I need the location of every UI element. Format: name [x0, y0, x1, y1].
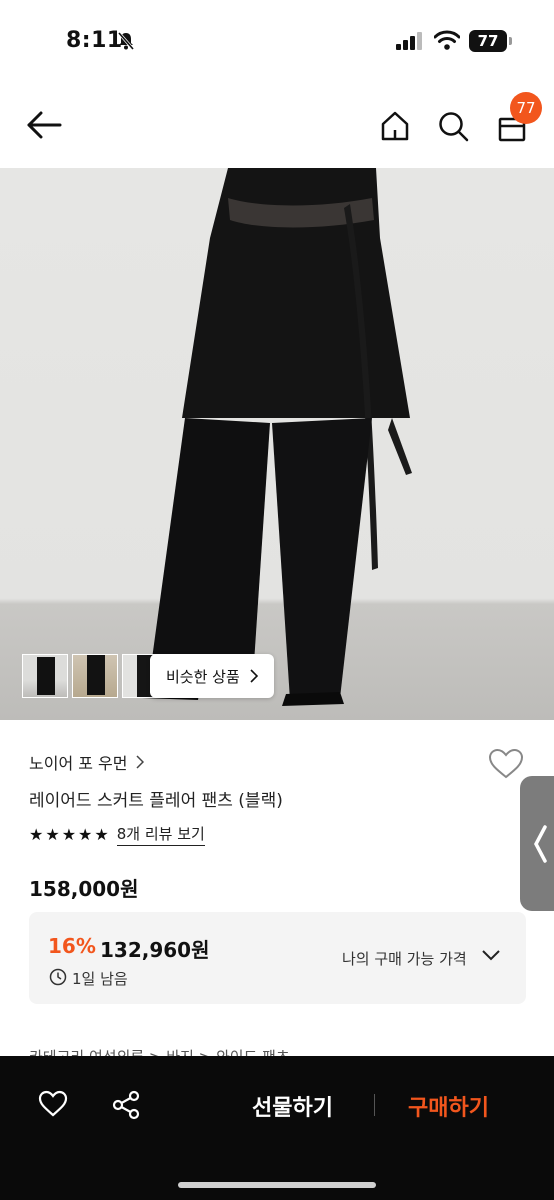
star-icon: ★ — [94, 825, 109, 844]
product-photo — [142, 168, 412, 706]
wifi-icon — [434, 30, 460, 50]
star-icon: ★ — [61, 825, 77, 844]
chevron-down-icon[interactable] — [481, 948, 501, 962]
product-image-gallery[interactable]: 비슷한 상품 — [0, 168, 554, 720]
discount-rate: 16% — [48, 934, 96, 958]
clock-icon — [49, 968, 67, 986]
back-arrow-icon[interactable] — [26, 110, 62, 140]
thumbnail-1-photo — [37, 657, 55, 695]
discount-price-panel[interactable]: 16% 132,960원 1일 남음 나의 구매 가능 가격 — [29, 912, 526, 1004]
star-rating: ★ ★ ★ ★ ★ — [29, 825, 109, 844]
chevron-right-icon — [135, 755, 144, 769]
star-icon: ★ — [45, 825, 60, 844]
chevron-right-icon — [250, 669, 258, 683]
thumbnail-2[interactable] — [72, 654, 118, 698]
battery-level: 77 — [477, 32, 499, 50]
gift-button[interactable]: 선물하기 — [252, 1090, 333, 1122]
rating-row: ★ ★ ★ ★ ★ 8개 리뷰 보기 — [29, 823, 205, 846]
signal-icon — [396, 32, 422, 50]
share-icon[interactable] — [111, 1090, 141, 1120]
brand-link[interactable]: 노이어 포 우먼 — [29, 750, 144, 774]
thumbnail-2-photo — [87, 655, 105, 695]
battery-cap — [509, 37, 512, 45]
bottom-action-bar: 선물하기 구매하기 — [0, 1056, 554, 1200]
discount-price: 132,960원 — [100, 938, 210, 962]
similar-products-label: 비슷한 상품 — [166, 667, 240, 686]
chevron-left-icon — [534, 824, 547, 863]
similar-products-button[interactable]: 비슷한 상품 — [150, 654, 274, 698]
heart-icon[interactable] — [38, 1090, 68, 1118]
home-icon[interactable] — [379, 110, 411, 142]
divider — [374, 1094, 375, 1116]
reviews-link[interactable]: 8개 리뷰 보기 — [116, 823, 205, 846]
thumbnail-strip — [22, 654, 168, 698]
top-nav-bar: 77 — [0, 84, 554, 168]
time-left-text: 1일 남음 — [72, 970, 128, 988]
buy-button[interactable]: 구매하기 — [408, 1090, 489, 1122]
battery-icon: 77 — [469, 30, 507, 52]
brand-name: 노이어 포 우먼 — [29, 754, 128, 773]
side-panel-tab[interactable] — [520, 776, 554, 911]
cart-count-badge: 77 — [510, 92, 542, 124]
star-icon: ★ — [78, 825, 93, 844]
status-time: 8:11 — [66, 28, 123, 53]
search-icon[interactable] — [437, 110, 469, 142]
product-title: 레이어드 스커트 플레어 팬츠 (블랙) — [29, 791, 283, 811]
status-bar: 8:11 77 — [0, 0, 554, 84]
my-price-label: 나의 구매 가능 가격 — [342, 950, 467, 968]
original-price: 158,000원 — [29, 877, 139, 901]
home-indicator — [178, 1182, 376, 1188]
like-heart-icon[interactable] — [488, 748, 524, 780]
star-icon: ★ — [29, 825, 44, 844]
bell-slash-icon — [117, 32, 135, 50]
thumbnail-1[interactable] — [22, 654, 68, 698]
